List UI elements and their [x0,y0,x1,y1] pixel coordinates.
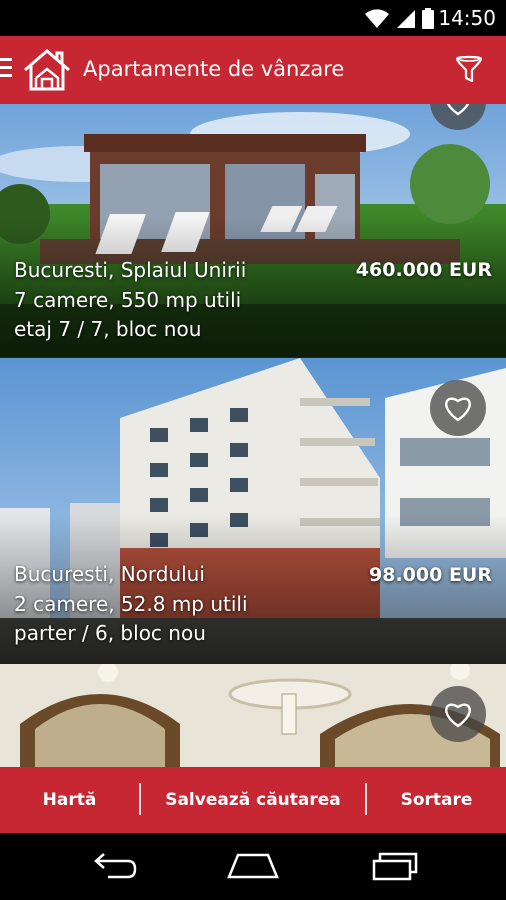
listing-location: Bucuresti, Splaiul Unirii [14,258,247,282]
heart-icon [445,397,471,422]
house-logo-icon[interactable] [22,48,72,92]
favorite-button[interactable] [430,380,486,436]
app-bar: Apartamente de vânzare [0,36,506,104]
battery-icon [422,8,434,29]
favorite-button[interactable] [430,686,486,742]
wifi-icon [365,9,389,28]
listing-price: 98.000 EUR [369,564,492,586]
status-icons [364,7,434,29]
heart-icon [445,703,471,728]
page-title: Apartamente de vânzare [83,57,345,81]
system-nav-bar [0,833,506,900]
listing-floor: etaj 7 / 7, bloc nou [14,317,202,341]
listing-price: 460.000 EUR [355,259,492,281]
filter-icon[interactable] [454,54,484,84]
status-time: 14:50 [438,6,496,30]
listing-card[interactable]: Bucuresti, Nordului 2 camere, 52.8 mp ut… [0,358,506,664]
listing-rooms-area: 7 camere, 550 mp utili [14,287,242,312]
signal-icon [397,10,415,28]
back-icon[interactable] [88,849,138,883]
listing-details: Bucuresti, Splaiul Unirii 7 camere, 550 … [14,256,246,345]
sort-button[interactable]: Sortare [367,767,506,833]
map-button[interactable]: Hartă [0,767,139,833]
listing-rooms-area: 2 camere, 52.8 mp utili [14,591,248,616]
save-search-button[interactable]: Salvează căutarea [141,767,365,833]
status-bar: 14:50 [0,0,506,36]
listing-floor: parter / 6, bloc nou [14,621,206,645]
recents-icon[interactable] [370,849,420,883]
listing-feed[interactable]: Bucuresti, Splaiul Unirii 7 camere, 550 … [0,104,506,767]
menu-icon[interactable] [0,58,14,80]
action-bar: Hartă Salvează căutarea Sortare [0,767,506,833]
home-icon[interactable] [226,849,280,883]
listing-card[interactable] [0,664,506,767]
heart-icon [446,104,470,116]
listing-location: Bucuresti, Nordului [14,562,205,586]
listing-details: Bucuresti, Nordului 2 camere, 52.8 mp ut… [14,560,248,649]
